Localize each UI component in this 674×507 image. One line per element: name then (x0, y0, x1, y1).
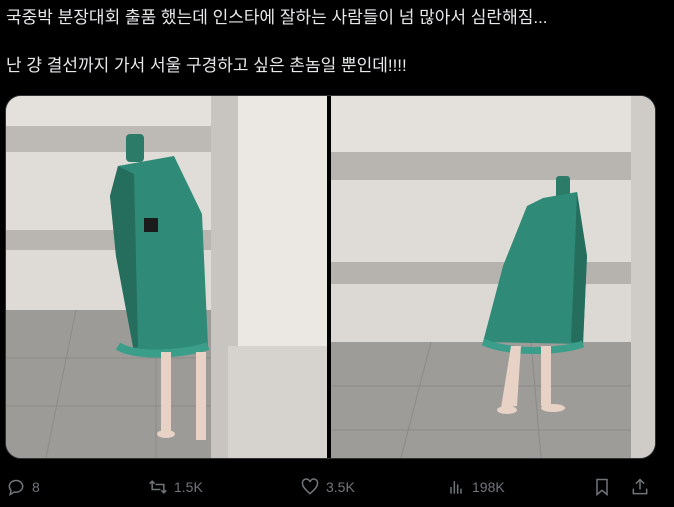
reply-count: 8 (32, 479, 40, 495)
photo-left[interactable] (6, 96, 327, 458)
reply-button[interactable]: 8 (6, 468, 40, 506)
repost-count: 1.5K (174, 479, 203, 495)
media-gallery (5, 95, 656, 459)
post-text-line-2: 난 걍 결선까지 가서 서울 구경하고 싶은 촌놈일 뿐인데!!!! (6, 56, 407, 75)
like-button[interactable]: 3.5K (300, 468, 355, 506)
share-button[interactable] (630, 468, 650, 506)
reply-icon (8, 479, 24, 497)
photo-right[interactable] (331, 96, 655, 458)
heart-icon (301, 478, 319, 495)
costume-photo-left-image (6, 96, 327, 458)
repost-button[interactable]: 1.5K (148, 468, 203, 506)
views-bar-chart-icon (450, 481, 462, 494)
repost-icon (149, 480, 167, 494)
share-icon (632, 478, 648, 495)
costume-photo-right-image (331, 96, 655, 458)
views-count: 198K (472, 479, 505, 495)
like-count: 3.5K (326, 479, 355, 495)
post-text-line-1: 국중박 분장대회 출품 했는데 인스타에 잘하는 사람들이 넘 많아서 심란해짐… (6, 8, 548, 27)
bookmark-icon (596, 478, 608, 497)
post-actions-bar: 8 1.5K 3.5K 198K (0, 468, 674, 506)
bookmark-button[interactable] (592, 468, 612, 506)
views-button[interactable]: 198K (446, 468, 505, 506)
